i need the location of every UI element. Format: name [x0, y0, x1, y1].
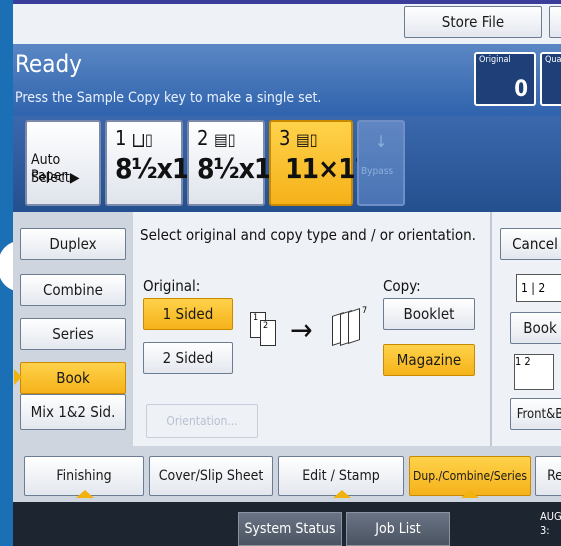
tray-icon: ⨆▯	[132, 130, 153, 149]
magazine-button[interactable]: Magazine	[383, 344, 475, 376]
tab-cover-slip-sheet[interactable]: Cover/Slip Sheet	[149, 456, 273, 496]
quantity-counter-label: Quan	[545, 55, 561, 65]
original-counter-label: Original	[479, 55, 511, 65]
clock: AUG 3:	[540, 510, 561, 538]
bypass-icon: ↓	[375, 132, 388, 151]
right-book-button[interactable]: Book	[510, 312, 561, 344]
tray-1-button[interactable]: 1 ⨆▯ 8½x11	[105, 120, 206, 206]
cancel-button[interactable]: Cancel	[500, 228, 561, 260]
status-title: Ready	[15, 50, 82, 78]
bypass-label: Bypass	[361, 166, 394, 177]
bypass-button[interactable]: ↓ Bypass	[357, 120, 405, 206]
store-file-button[interactable]: Store File	[404, 6, 542, 38]
auto-paper-label-2: Select▶	[31, 170, 80, 186]
tray-3-header: 3 ▤▯	[279, 126, 318, 150]
original-counter: Original 0	[474, 52, 536, 106]
nav-combine[interactable]: Combine	[20, 274, 126, 306]
tray-2-button[interactable]: 2 ▤▯ 8½x11	[187, 120, 288, 206]
paper-select-bar: Auto Paper Select▶ 1 ⨆▯ 8½x11 2 ▤▯ 8½x11…	[13, 116, 561, 212]
tab-indicator-icon	[461, 490, 479, 498]
system-status-button[interactable]: System Status	[238, 512, 342, 546]
nav-mix-sided[interactable]: Mix 1&2 Sid.	[20, 394, 126, 430]
two-sided-button[interactable]: 2 Sided	[143, 342, 233, 374]
job-list-button[interactable]: Job List	[346, 512, 450, 546]
tray-1-header: 1 ⨆▯	[115, 126, 153, 150]
status-message: Press the Sample Copy key to make a sing…	[15, 90, 322, 106]
tray-3-button[interactable]: 3 ▤▯ 11×17	[269, 120, 372, 206]
one-sided-button[interactable]: 1 Sided	[143, 298, 233, 330]
copy-label: Copy:	[383, 277, 421, 295]
arrow-right-icon: →	[290, 313, 313, 348]
front-back-pages-icon: 1 2	[514, 354, 554, 390]
nav-book[interactable]: Book	[20, 362, 126, 394]
nav-selected-arrow-icon	[14, 369, 22, 385]
tray-icon: ▤▯	[296, 130, 318, 149]
tray-2-number: 2	[197, 126, 209, 150]
panel-divider	[490, 212, 492, 446]
top-bar-extra-button[interactable]	[549, 6, 561, 38]
tray-3-number: 3	[279, 126, 291, 150]
status-header: Ready Press the Sample Copy key to make …	[13, 44, 561, 116]
booklet-button[interactable]: Booklet	[383, 298, 475, 330]
page-layout-icon: 1 | 2	[516, 274, 561, 302]
booklet-output-icon: 7	[326, 306, 370, 346]
quantity-counter: Quan	[540, 52, 561, 106]
nav-duplex[interactable]: Duplex	[20, 228, 126, 260]
clock-time: 3:	[540, 524, 550, 537]
orientation-button[interactable]: Orientation...	[146, 404, 258, 438]
tray-2-header: 2 ▤▯	[197, 126, 236, 150]
original-label: Original:	[143, 277, 201, 295]
clock-date: AUG	[540, 510, 561, 523]
tab-repeat[interactable]: Re	[535, 456, 561, 496]
nav-series[interactable]: Series	[20, 318, 126, 350]
original-counter-value: 0	[514, 77, 528, 102]
original-pages-icon: 1 2	[246, 306, 286, 346]
front-back-button[interactable]: Front&B	[510, 398, 561, 430]
instruction-text: Select original and copy type and / or o…	[140, 226, 476, 244]
auto-paper-select-button[interactable]: Auto Paper Select▶	[25, 120, 101, 206]
tab-indicator-icon	[76, 490, 94, 498]
tray-icon: ▤▯	[214, 130, 236, 149]
tab-indicator-icon	[333, 490, 351, 498]
tray-1-number: 1	[115, 126, 127, 150]
